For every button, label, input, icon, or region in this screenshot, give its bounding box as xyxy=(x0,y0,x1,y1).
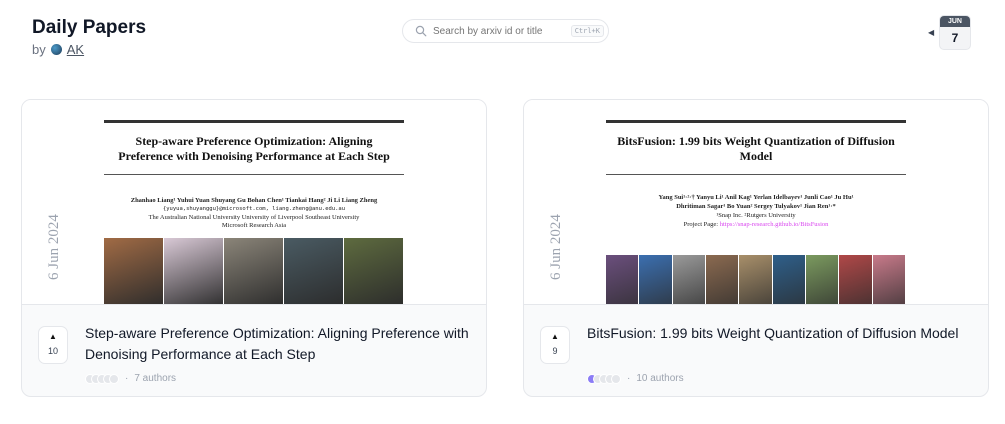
title-rule-bottom xyxy=(606,174,906,175)
thumb-image-tile xyxy=(639,255,673,304)
authors-count: 7 authors xyxy=(134,373,177,384)
thumb-image-tile xyxy=(839,255,873,304)
by-label: by xyxy=(32,42,46,57)
author-avatar xyxy=(611,373,621,384)
date-badge[interactable]: JUN 7 xyxy=(939,15,971,50)
paper-title[interactable]: Step-aware Preference Optimization: Alig… xyxy=(85,323,475,365)
separator-dot: · xyxy=(125,373,129,384)
thumb-image-tile xyxy=(772,255,806,304)
thumb-image-tile xyxy=(344,238,404,304)
date-navigation: ◀ JUN 7 xyxy=(928,15,971,50)
thumb-image-tile xyxy=(739,255,773,304)
thumb-image-tile xyxy=(805,255,840,304)
upvote-button[interactable]: ▲ 9 xyxy=(540,326,570,364)
thumb-title-line: BitsFusion: 1.99 bits Weight Quantizatio… xyxy=(617,134,895,148)
thumb-title-line: Model xyxy=(739,149,773,163)
upvote-icon: ▲ xyxy=(49,332,57,341)
authors-count: 10 authors xyxy=(636,373,684,384)
paper-first-page: BitsFusion: 1.99 bits Weight Quantizatio… xyxy=(606,120,906,304)
arxiv-side-date: 6 Jun 2024 xyxy=(46,214,62,280)
authors-row: · 10 authors xyxy=(587,373,684,384)
author-avatar[interactable] xyxy=(50,44,62,55)
thumb-affiliations: ¹Snap Inc. ²Rutgers University xyxy=(716,212,796,219)
byline: by AK xyxy=(32,42,84,57)
arxiv-side-date: 6 Jun 2024 xyxy=(548,214,564,280)
title-rule-top xyxy=(606,120,906,123)
thumb-title-line: Preference with Denoising Performance at… xyxy=(118,149,390,163)
search-icon xyxy=(415,25,427,37)
thumb-image-tile xyxy=(104,238,164,304)
paper-first-page: Step-aware Preference Optimization: Alig… xyxy=(104,120,404,304)
thumb-authors: Yang Sui¹·²·† Yanyu Li¹ Anil Kag¹ Yerlan… xyxy=(658,194,854,201)
thumb-image-tile xyxy=(672,255,706,304)
date-day: 7 xyxy=(951,31,959,45)
thumb-project-page: Project Page: https://snap-research.gith… xyxy=(683,221,829,228)
thumb-image-tile xyxy=(224,238,284,304)
paper-title[interactable]: BitsFusion: 1.99 bits Weight Quantizatio… xyxy=(587,323,977,344)
triangle-left-icon[interactable]: ◀ xyxy=(928,28,936,37)
page-title: Daily Papers xyxy=(32,17,147,38)
thumb-authors: Dhritiman Sagar¹ Bo Yuan² Sergey Tulyako… xyxy=(676,203,836,210)
date-month: JUN xyxy=(940,16,970,27)
thumb-affiliations: Microsoft Research Asia xyxy=(221,222,287,229)
separator-dot: · xyxy=(627,373,631,384)
paper-thumbnail[interactable]: 6 Jun 2024 BitsFusion: 1.99 bits Weight … xyxy=(524,100,988,305)
thumb-image-tile xyxy=(164,238,224,304)
paper-meta: ▲ 9 BitsFusion: 1.99 bits Weight Quantiz… xyxy=(524,306,988,396)
paper-thumbnail[interactable]: 6 Jun 2024 Step-aware Preference Optimiz… xyxy=(22,100,486,305)
search-shortcut-hint: Ctrl+K xyxy=(570,25,604,37)
upvote-button[interactable]: ▲ 10 xyxy=(38,326,68,364)
title-rule-top xyxy=(104,120,404,123)
thumb-image-tile xyxy=(284,238,344,304)
thumb-image-tile xyxy=(872,255,906,304)
authors-row: · 7 authors xyxy=(85,373,176,384)
search-box[interactable]: Ctrl+K xyxy=(402,19,609,43)
search-input[interactable] xyxy=(433,25,563,37)
upvote-icon: ▲ xyxy=(551,332,559,341)
thumb-image-tile xyxy=(705,255,740,304)
thumb-title-line: Step-aware Preference Optimization: Alig… xyxy=(135,134,373,148)
page-header: Daily Papers by AK Ctrl+K ◀ JUN 7 xyxy=(0,0,1005,70)
thumb-image-tile xyxy=(606,255,640,304)
author-avatar xyxy=(109,373,119,384)
upvote-count: 9 xyxy=(552,346,558,356)
paper-card[interactable]: 6 Jun 2024 Step-aware Preference Optimiz… xyxy=(21,99,487,397)
title-rule-bottom xyxy=(104,174,404,175)
author-link[interactable]: AK xyxy=(67,42,84,57)
paper-card[interactable]: 6 Jun 2024 BitsFusion: 1.99 bits Weight … xyxy=(523,99,989,397)
thumb-image-strip xyxy=(104,238,404,304)
upvote-count: 10 xyxy=(47,346,58,356)
paper-meta: ▲ 10 Step-aware Preference Optimization:… xyxy=(22,306,486,396)
thumb-authors: Zhanhao Liang¹ Yuhui Yuan Shuyang Gu Boh… xyxy=(130,197,378,204)
thumb-image-strip xyxy=(606,255,906,304)
